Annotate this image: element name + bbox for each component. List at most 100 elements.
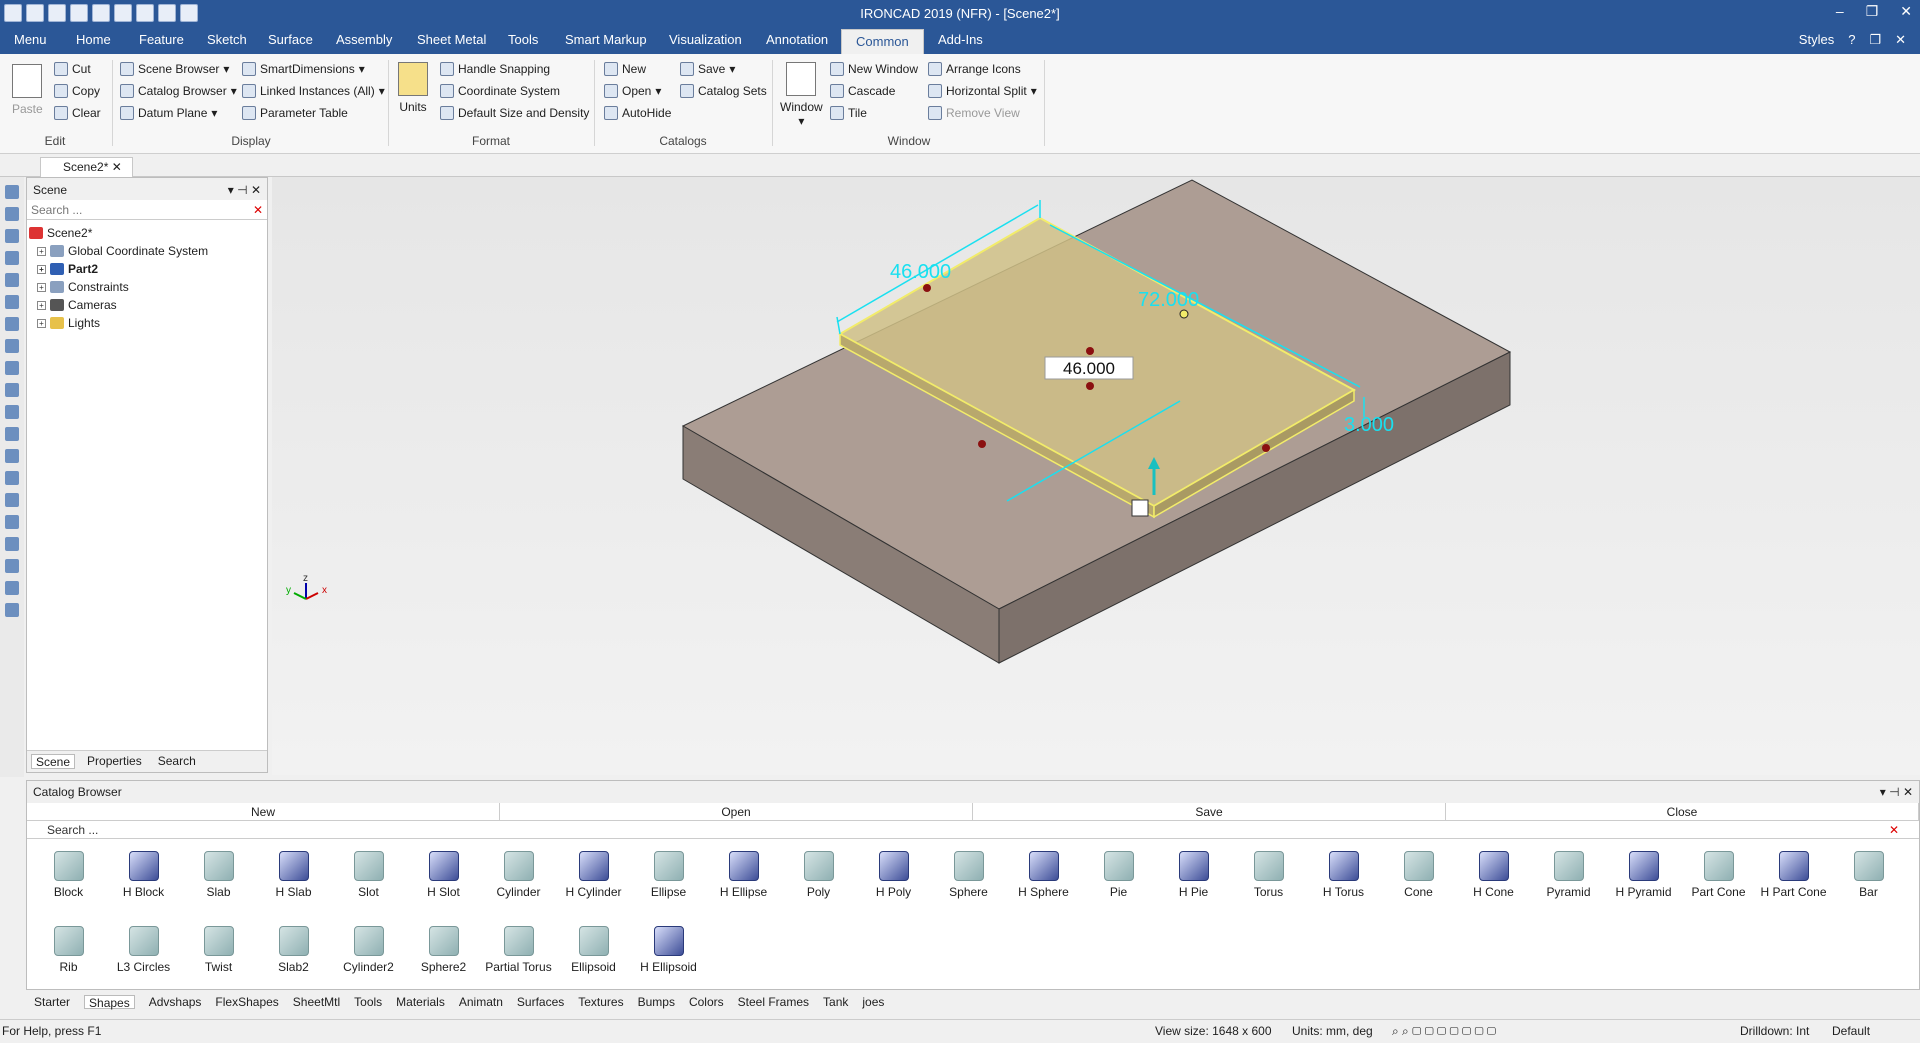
tool-icon[interactable] (5, 559, 19, 573)
tab-feature[interactable]: Feature (139, 32, 184, 47)
expand-icon[interactable]: + (37, 318, 46, 328)
tab-tools[interactable]: Tools (508, 32, 538, 47)
tab-annotation[interactable]: Annotation (766, 32, 828, 47)
clear-search-icon[interactable]: ✕ (1889, 823, 1899, 837)
tab-sketch[interactable]: Sketch (207, 32, 247, 47)
catalog-close-button[interactable]: Close (1446, 803, 1919, 820)
datum-plane-button[interactable]: Datum Plane ▾ (120, 106, 217, 120)
tool-icon[interactable] (5, 581, 19, 595)
new-window-button[interactable]: New Window (830, 62, 918, 76)
tab-home[interactable]: Home (76, 32, 111, 47)
handle-snapping-button[interactable]: Handle Snapping (440, 62, 550, 76)
tree-item-global-coordinate-system[interactable]: + Global Coordinate System (29, 242, 265, 260)
tool-icon[interactable] (5, 515, 19, 529)
tab-sheet-metal[interactable]: Sheet Metal (417, 32, 486, 47)
tab-surface[interactable]: Surface (268, 32, 313, 47)
catalog-search-input[interactable]: Search ... ✕ (27, 821, 1919, 839)
shape-item[interactable]: Slot (331, 845, 406, 920)
tool-icon[interactable] (5, 471, 19, 485)
catalog-browser-button[interactable]: Catalog Browser ▾ (120, 84, 237, 98)
minimize-icon[interactable]: – (1836, 3, 1844, 20)
status-view-tools[interactable]: ⌕ ⌕ ▢ ▢ ▢ ▢ ▢ ▢ ▢ (1392, 1024, 1496, 1039)
clear-button[interactable]: Clear (54, 106, 101, 120)
paste-button[interactable]: Paste (12, 64, 43, 116)
shape-item[interactable]: Slab2 (256, 920, 331, 995)
dimension-width[interactable]: 46.000 (890, 261, 951, 283)
tool-icon[interactable] (5, 339, 19, 353)
drilldown-select[interactable]: Drilldown: Int (1740, 1024, 1809, 1038)
smart-dimensions-button[interactable]: SmartDimensions ▾ (242, 62, 365, 76)
tool-icon[interactable] (5, 251, 19, 265)
shape-item[interactable]: Sphere2 (406, 920, 481, 995)
shape-item[interactable]: H Slot (406, 845, 481, 920)
units-button[interactable]: Units (398, 62, 428, 114)
document-tab[interactable]: Scene2* ✕ (40, 157, 133, 177)
catalog-sets-button[interactable]: Catalog Sets (680, 84, 767, 98)
tree-item-constraints[interactable]: + Constraints (29, 278, 265, 296)
shape-item[interactable]: Poly (781, 845, 856, 920)
parameter-table-button[interactable]: Parameter Table (242, 106, 348, 120)
shape-item[interactable]: Bar (1831, 845, 1906, 920)
window-controls[interactable]: – ❐ ✕ (1836, 3, 1912, 20)
catalog-tab[interactable]: Colors (689, 995, 724, 1009)
tree-item-cameras[interactable]: + Cameras (29, 296, 265, 314)
tab-smart-markup[interactable]: Smart Markup (565, 32, 647, 47)
shape-item[interactable]: H Block (106, 845, 181, 920)
shape-item[interactable]: L3 Circles (106, 920, 181, 995)
tab-add-ins[interactable]: Add-Ins (938, 32, 983, 47)
catalog-tab[interactable]: Materials (396, 995, 445, 1009)
shape-item[interactable]: H Pyramid (1606, 845, 1681, 920)
expand-icon[interactable]: + (37, 246, 46, 256)
shape-item[interactable]: Cylinder2 (331, 920, 406, 995)
shape-item[interactable]: Part Cone (1681, 845, 1756, 920)
tool-icon[interactable] (5, 361, 19, 375)
expand-icon[interactable]: + (37, 264, 46, 274)
arrange-icons-button[interactable]: Arrange Icons (928, 62, 1021, 76)
linked-instances-button[interactable]: Linked Instances (All) ▾ (242, 84, 385, 98)
dimension-length[interactable]: 72.000 (1138, 289, 1199, 311)
catalog-tab[interactable]: FlexShapes (215, 995, 278, 1009)
tile-button[interactable]: Tile (830, 106, 867, 120)
catalog-new-button[interactable]: New (604, 62, 646, 76)
handle-yellow[interactable] (1179, 309, 1189, 319)
tool-icon[interactable] (5, 405, 19, 419)
shape-item[interactable]: Ellipse (631, 845, 706, 920)
shape-item[interactable]: Cone (1381, 845, 1456, 920)
catalog-open-button[interactable]: Open ▾ (604, 84, 661, 98)
tool-icon[interactable] (5, 449, 19, 463)
tool-icon[interactable] (5, 427, 19, 441)
shape-item[interactable]: H Cone (1456, 845, 1531, 920)
tool-icon[interactable] (5, 537, 19, 551)
shape-item[interactable]: Torus (1231, 845, 1306, 920)
tool-icon[interactable] (5, 229, 19, 243)
catalog-tab[interactable]: Textures (578, 995, 623, 1009)
close-icon[interactable]: ✕ (1900, 3, 1912, 20)
anchor-icon[interactable] (1131, 499, 1149, 517)
default-size-button[interactable]: Default Size and Density (440, 106, 589, 120)
shape-item[interactable]: H Pie (1156, 845, 1231, 920)
tab-common[interactable]: Common (841, 29, 924, 54)
tab-properties[interactable]: Properties (83, 754, 146, 769)
catalog-new-button[interactable]: New (27, 803, 500, 820)
tool-icon[interactable] (5, 317, 19, 331)
scene-render[interactable]: 46.000 72.000 3.000 46.000 z x y (272, 177, 1920, 775)
tool-icon[interactable] (5, 273, 19, 287)
panel-controls[interactable]: ▾ ⊣ ✕ (228, 183, 261, 197)
catalog-tab[interactable]: Tools (354, 995, 382, 1009)
close-tab-icon[interactable]: ✕ (112, 160, 122, 174)
3d-viewport[interactable]: 46.000 72.000 3.000 46.000 z x y (272, 177, 1920, 775)
cut-button[interactable]: Cut (54, 62, 91, 76)
catalog-tab[interactable]: Starter (34, 995, 70, 1009)
tree-item-lights[interactable]: + Lights (29, 314, 265, 332)
catalog-tab[interactable]: Bumps (638, 995, 675, 1009)
expand-icon[interactable]: + (37, 282, 46, 292)
tab-visualization[interactable]: Visualization (669, 32, 742, 47)
scene-search-input[interactable]: Search ... ✕ (27, 200, 267, 220)
cascade-button[interactable]: Cascade (830, 84, 895, 98)
catalog-tab[interactable]: Surfaces (517, 995, 564, 1009)
catalog-tab[interactable]: Steel Frames (738, 995, 809, 1009)
shape-item[interactable]: H Sphere (1006, 845, 1081, 920)
catalog-save-button[interactable]: Save ▾ (680, 62, 735, 76)
help-icon[interactable]: ? (1848, 32, 1855, 48)
tab-assembly[interactable]: Assembly (336, 32, 392, 47)
